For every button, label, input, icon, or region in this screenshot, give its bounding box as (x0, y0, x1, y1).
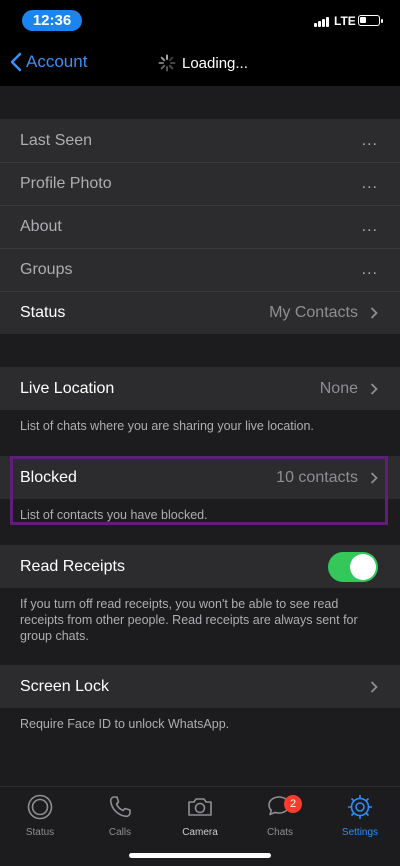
status-row[interactable]: Status My Contacts (0, 291, 400, 334)
row-value: ... (361, 174, 378, 192)
status-bar: 12:36 LTE (0, 0, 400, 40)
tab-chats[interactable]: 2 Chats (240, 793, 320, 838)
home-indicator (129, 853, 271, 858)
row-label: Profile Photo (20, 174, 112, 192)
groups-row[interactable]: Groups ... (0, 248, 400, 291)
row-label: Live Location (20, 379, 115, 397)
nav-bar: Account Loading... (0, 40, 400, 86)
network-label: LTE (334, 14, 356, 28)
about-row[interactable]: About ... (0, 205, 400, 248)
read-receipts-note: If you turn off read receipts, you won't… (20, 597, 358, 643)
row-value: My Contacts (269, 303, 358, 321)
screen-lock-row[interactable]: Screen Lock (0, 665, 400, 708)
tab-label: Camera (182, 827, 218, 838)
spinner-icon (158, 54, 176, 72)
settings-gear-icon (348, 795, 372, 819)
read-receipts-toggle[interactable] (328, 551, 378, 582)
row-label: Read Receipts (20, 557, 125, 575)
row-label: Groups (20, 260, 73, 278)
tab-calls[interactable]: Calls (80, 793, 160, 838)
screen-lock-group: Screen Lock (0, 665, 400, 708)
privacy-group: Last Seen ... Profile Photo ... About ..… (0, 119, 400, 334)
loading-text: Loading... (182, 54, 248, 72)
back-button[interactable]: Account (10, 52, 87, 72)
chevron-right-icon (370, 680, 378, 693)
row-label: Screen Lock (20, 677, 109, 695)
tab-label: Settings (341, 827, 379, 838)
row-label: Status (20, 303, 66, 321)
highlight-box (10, 456, 388, 525)
row-label: About (20, 217, 62, 235)
chevron-left-icon (10, 52, 22, 72)
status-icon (27, 794, 53, 820)
status-time: 12:36 (22, 10, 82, 31)
read-receipts-group: Read Receipts (0, 545, 400, 588)
row-value: None (319, 379, 358, 397)
profile-photo-row[interactable]: Profile Photo ... (0, 162, 400, 205)
live-location-note: List of chats where you are sharing your… (20, 419, 314, 433)
tab-camera[interactable]: Camera (160, 793, 240, 838)
tab-settings[interactable]: Settings (320, 793, 400, 838)
row-value: ... (361, 260, 378, 278)
last-seen-row[interactable]: Last Seen ... (0, 119, 400, 162)
chevron-right-icon (370, 306, 378, 319)
live-location-group: Live Location None (0, 367, 400, 410)
phone-icon (109, 796, 131, 818)
read-receipts-row: Read Receipts (0, 545, 400, 588)
tab-label: Calls (108, 827, 132, 838)
live-location-row[interactable]: Live Location None (0, 367, 400, 410)
screen-lock-note: Require Face ID to unlock WhatsApp. (20, 717, 230, 731)
camera-icon (188, 798, 212, 816)
tab-status[interactable]: Status (0, 793, 80, 838)
tab-label: Status (25, 827, 55, 838)
row-value: ... (361, 131, 378, 149)
back-label: Account (26, 52, 88, 71)
battery-icon (358, 15, 383, 26)
chats-badge: 2 (284, 795, 302, 813)
row-label: Last Seen (20, 131, 93, 149)
tab-label: Chats (266, 827, 294, 838)
chevron-right-icon (370, 382, 378, 395)
loading-indicator: Loading... (158, 54, 248, 72)
row-value: ... (361, 217, 378, 235)
signal-icon (314, 17, 330, 27)
